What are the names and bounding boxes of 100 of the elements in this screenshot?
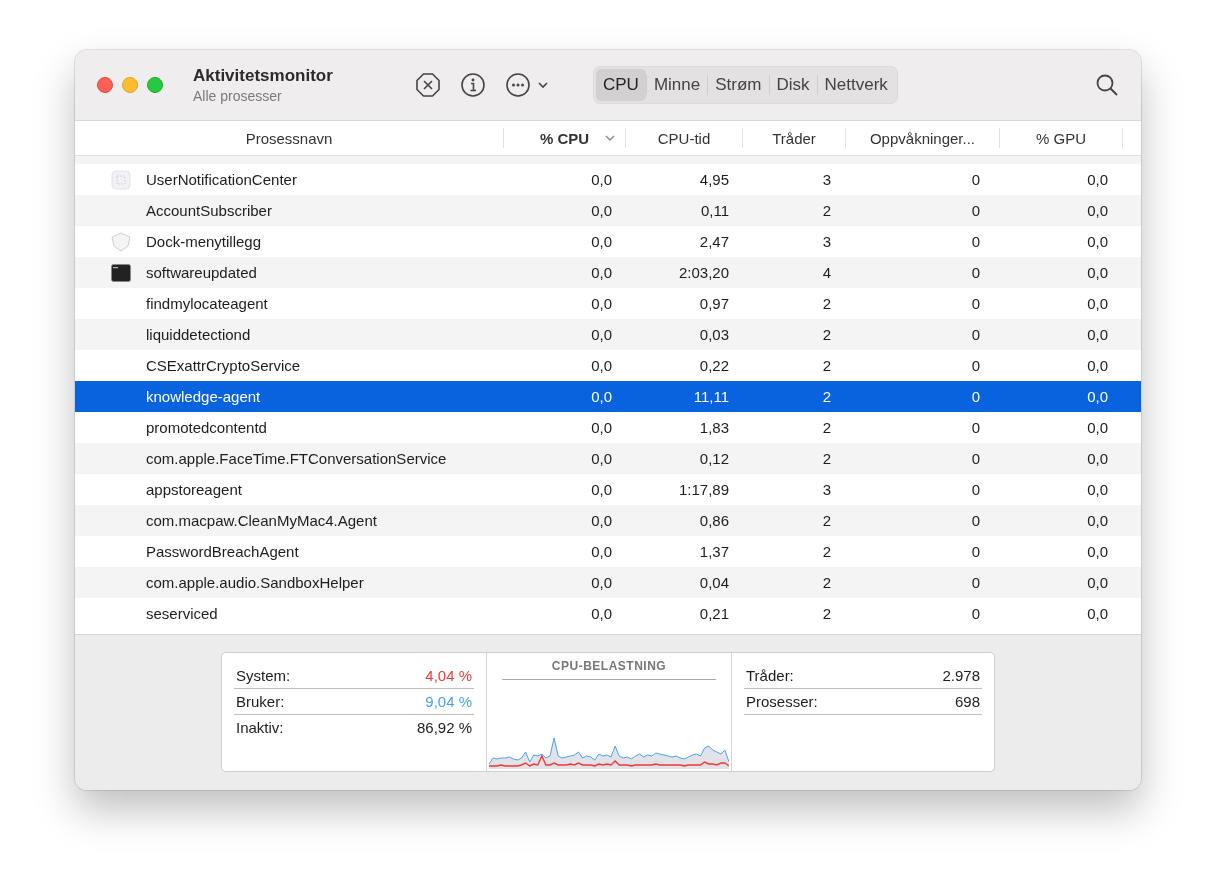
view-tab[interactable]: Disk	[769, 69, 817, 101]
terminal-icon	[111, 263, 131, 282]
threads-cell: 3	[822, 233, 831, 250]
view-tab[interactable]: Strøm	[708, 69, 769, 101]
process-row[interactable]: UserNotificationCenter 0,0 4,95 3 0 0,0	[75, 164, 1141, 195]
process-row[interactable]: findmylocateagent 0,0 0,97 2 0 0,0	[75, 288, 1141, 319]
process-name: com.macpaw.CleanMyMac4.Agent	[146, 512, 377, 529]
more-options-icon[interactable]	[505, 72, 551, 98]
process-row[interactable]: appstoreagent 0,0 1:17,89 3 0 0,0	[75, 474, 1141, 505]
column-header[interactable]: Tråder	[772, 129, 816, 147]
window-title: Aktivitetsmonitor	[193, 66, 334, 86]
threads-cell: 2	[822, 419, 831, 436]
wakeups-cell: 0	[971, 512, 980, 529]
process-row[interactable]: liquiddetectiond 0,0 0,03 2 0 0,0	[75, 319, 1141, 350]
view-tab[interactable]: Nettverk	[817, 69, 895, 101]
cpu-time-cell: 1:17,89	[678, 481, 729, 498]
wakeups-cell: 0	[971, 605, 980, 622]
threads-cell: 2	[822, 512, 831, 529]
cpu-cell: 0,0	[591, 326, 612, 343]
cpu-time-cell: 0,04	[699, 574, 729, 591]
zoom-window-button[interactable]	[147, 77, 163, 93]
gpu-cell: 0,0	[1087, 450, 1108, 467]
stop-process-icon[interactable]	[415, 72, 441, 98]
cpu-cell: 0,0	[591, 295, 612, 312]
process-name: promotedcontentd	[146, 419, 267, 436]
process-name: liquiddetectiond	[146, 326, 251, 343]
cpu-time-cell: 2,47	[699, 233, 729, 250]
count-label: Prosesser:	[746, 693, 818, 710]
process-row[interactable]: CSExattrCryptoService 0,0 0,22 2 0 0,0	[75, 350, 1141, 381]
process-row[interactable]: seserviced 0,0 0,21 2 0 0,0	[75, 598, 1141, 629]
process-row[interactable]: knowledge-agent 0,0 11,11 2 0 0,0	[75, 381, 1141, 412]
threads-cell: 2	[822, 202, 831, 219]
window-subtitle: Alle prosesser	[193, 88, 283, 104]
threads-cell: 2	[822, 574, 831, 591]
process-row[interactable]: com.apple.audio.SandboxHelper 0,0 0,04 2 0 0,0	[75, 567, 1141, 598]
threads-cell: 4	[822, 264, 831, 281]
column-header[interactable]: % GPU	[1036, 129, 1086, 147]
process-row[interactable]: PasswordBreachAgent 0,0 1,37 2 0 0,0	[75, 536, 1141, 567]
threads-cell: 2	[822, 326, 831, 343]
stat-label: Bruker:	[236, 693, 285, 710]
gpu-cell: 0,0	[1087, 481, 1108, 498]
process-row[interactable]: promotedcontentd 0,0 1,83 2 0 0,0	[75, 412, 1141, 443]
gpu-cell: 0,0	[1087, 295, 1108, 312]
process-row[interactable]: Dock-menytillegg 0,0 2,47 3 0 0,0	[75, 226, 1141, 257]
column-header[interactable]: Prosessnavn	[245, 129, 333, 147]
gpu-cell: 0,0	[1087, 357, 1108, 374]
cpu-cell: 0,0	[591, 171, 612, 188]
stat-label: Inaktiv:	[236, 719, 284, 736]
stat-value: 4,04 %	[425, 667, 472, 684]
cpu-time-cell: 0,21	[699, 605, 729, 622]
wakeups-cell: 0	[971, 574, 980, 591]
cpu-cell: 0,0	[591, 605, 612, 622]
process-name: softwareupdated	[146, 264, 257, 281]
process-name: com.apple.audio.SandboxHelper	[146, 574, 364, 591]
threads-cell: 2	[822, 388, 831, 405]
app-window-icon	[111, 169, 131, 190]
process-name: appstoreagent	[146, 481, 242, 498]
info-icon[interactable]	[460, 72, 486, 98]
gpu-cell: 0,0	[1087, 543, 1108, 560]
column-header[interactable]: % CPU	[539, 129, 590, 147]
close-window-button[interactable]	[97, 77, 113, 93]
process-name: findmylocateagent	[146, 295, 268, 312]
column-header[interactable]: Oppvåkninger...	[869, 129, 976, 147]
wakeups-cell: 0	[971, 543, 980, 560]
process-name: UserNotificationCenter	[146, 171, 297, 188]
threads-cell: 2	[822, 605, 831, 622]
shield-icon	[111, 231, 131, 252]
gpu-cell: 0,0	[1087, 419, 1108, 436]
cpu-time-cell: 11,11	[693, 388, 729, 405]
view-tab[interactable]: Minne	[646, 69, 708, 101]
process-name: seserviced	[146, 605, 218, 622]
cpu-time-cell: 1,37	[699, 543, 729, 560]
process-row[interactable]: AccountSubscriber 0,0 0,11 2 0 0,0	[75, 195, 1141, 226]
process-row[interactable]: com.macpaw.CleanMyMac4.Agent 0,0 0,86 2 0 0,0	[75, 505, 1141, 536]
gpu-cell: 0,0	[1087, 202, 1108, 219]
search-icon[interactable]	[1095, 73, 1119, 97]
cpu-cell: 0,0	[591, 233, 612, 250]
process-name: knowledge-agent	[146, 388, 261, 405]
process-name: CSExattrCryptoService	[146, 357, 301, 374]
wakeups-cell: 0	[971, 202, 980, 219]
wakeups-cell: 0	[971, 419, 980, 436]
cpu-cell: 0,0	[591, 574, 612, 591]
threads-cell: 2	[822, 450, 831, 467]
cpu-cell: 0,0	[591, 419, 612, 436]
process-row[interactable]: softwareupdated 0,0 2:03,20 4 0 0,0	[75, 257, 1141, 288]
process-name: PasswordBreachAgent	[146, 543, 299, 560]
view-tab[interactable]: CPU	[596, 69, 646, 101]
gpu-cell: 0,0	[1087, 574, 1108, 591]
cpu-time-cell: 0,03	[699, 326, 729, 343]
gpu-cell: 0,0	[1087, 264, 1108, 281]
cpu-cell: 0,0	[591, 512, 612, 529]
wakeups-cell: 0	[971, 326, 980, 343]
cpu-cell: 0,0	[591, 450, 612, 467]
process-name: Dock-menytillegg	[146, 233, 262, 250]
column-header[interactable]: CPU-tid	[657, 129, 711, 147]
cpu-time-cell: 0,22	[699, 357, 729, 374]
gpu-cell: 0,0	[1087, 171, 1108, 188]
wakeups-cell: 0	[971, 295, 980, 312]
process-row[interactable]: com.apple.FaceTime.FTConversationService 0,0 0,12 2 0 0,0	[75, 443, 1141, 474]
count-value: 2.978	[942, 667, 980, 684]
